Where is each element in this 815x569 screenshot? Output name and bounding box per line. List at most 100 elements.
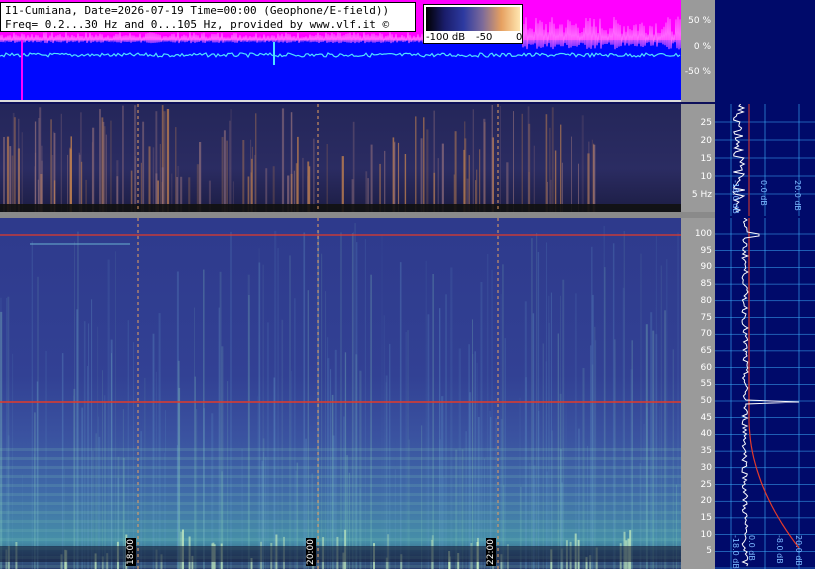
rp1-label-a: -18.0 dB <box>731 180 740 214</box>
time-label-1800: 18:00 <box>126 538 136 566</box>
rp2-label-a: -18.0 dB <box>731 535 740 569</box>
low-frequency-streak <box>78 152 80 212</box>
main-axis-tick-label: 100 <box>694 229 712 239</box>
vertical-noise-streak <box>37 276 39 569</box>
main-axis-tick-label: 25 <box>700 479 712 490</box>
vertical-noise-streak <box>472 353 474 569</box>
vertical-noise-streak <box>356 242 358 569</box>
vertical-noise-streak <box>502 264 504 569</box>
vertical-noise-streak <box>307 290 309 569</box>
low-frequency-streak <box>221 137 224 212</box>
low-frequency-streak <box>545 114 548 212</box>
rp2-label-c: -8.0 dB <box>775 535 784 564</box>
vertical-noise-streak <box>257 396 258 569</box>
vertical-noise-streak <box>110 339 113 569</box>
main-spectrum-plot <box>715 218 815 569</box>
vertical-noise-streak <box>604 267 606 569</box>
station-info-box: I1-Cumiana, Date=2026-07-19 Time=00:00 (… <box>0 2 416 32</box>
low-frequency-streak <box>254 154 256 212</box>
color-scale-gradient <box>426 7 520 31</box>
low-frequency-streak <box>13 117 16 212</box>
low-frequency-streak <box>159 144 161 212</box>
low-frequency-streak <box>122 105 124 212</box>
vertical-noise-streak <box>491 269 493 569</box>
vertical-noise-streak <box>340 232 342 569</box>
low-frequency-streak <box>105 134 107 212</box>
low-frequency-streak <box>92 127 95 212</box>
vertical-noise-streak <box>327 337 329 569</box>
vertical-noise-streak <box>480 282 483 569</box>
amplitude-axis: 50 % 0 % -50 % <box>681 0 715 102</box>
vertical-noise-streak <box>152 333 155 569</box>
low-frequency-streak <box>148 146 151 212</box>
low-frequency-streak <box>166 109 170 212</box>
vertical-noise-streak <box>364 239 366 569</box>
pct-label-50: 50 % <box>688 16 711 26</box>
vertical-noise-streak <box>353 231 354 569</box>
vertical-noise-streak <box>550 292 552 569</box>
horizontal-harmonic-band <box>0 529 681 532</box>
low-frequency-streak <box>521 113 523 212</box>
vertical-noise-streak <box>230 231 232 569</box>
low-axis-tick-label: 5 Hz <box>691 190 712 200</box>
vertical-noise-streak <box>538 410 540 569</box>
vertical-noise-streak <box>531 238 533 569</box>
frequency-info: Freq= 0.2...30 Hz and 0...105 Hz, provid… <box>5 18 390 31</box>
vertical-noise-streak <box>548 295 550 569</box>
main-axis-tick-label: 30 <box>700 462 712 473</box>
vertical-noise-streak <box>178 387 181 569</box>
vertical-noise-streak <box>247 274 250 569</box>
vertical-noise-streak <box>469 392 472 569</box>
horizontal-harmonic-band <box>0 448 681 451</box>
low-frequency-streak <box>302 157 304 212</box>
vertical-noise-streak <box>6 298 8 569</box>
vertical-noise-streak <box>354 223 356 569</box>
low-frequency-streak <box>229 120 231 212</box>
low-frequency-streak <box>423 117 425 212</box>
vertical-noise-streak <box>12 353 14 569</box>
main-axis-tick-label: 20 <box>700 496 712 507</box>
low-frequency-streak <box>39 107 42 212</box>
low-frequency-streak <box>560 124 562 212</box>
vertical-noise-streak <box>677 232 679 569</box>
main-axis-tick-label: 60 <box>700 362 712 373</box>
low-frequency-streak <box>454 131 457 212</box>
vertical-noise-streak <box>104 395 106 569</box>
low-frequency-streak <box>397 142 400 212</box>
low-axis-tick-label: 10 <box>700 172 712 182</box>
low-frequency-streak <box>9 146 12 212</box>
low-frequency-streak <box>102 121 104 212</box>
main-spectrum-line <box>741 218 800 567</box>
low-frequency-streak <box>163 111 166 212</box>
low-frequency-streak <box>251 146 253 212</box>
vertical-noise-streak <box>73 395 75 569</box>
main-axis-tick-label: 40 <box>700 429 712 440</box>
low-frequency-streak <box>441 143 444 212</box>
main-axis-tick-label: 85 <box>700 279 712 290</box>
low-frequency-streak <box>384 150 386 212</box>
main-axis-tick-label: 75 <box>700 312 712 323</box>
horizontal-harmonic-band <box>0 493 681 496</box>
low-frequency-streak <box>103 126 106 212</box>
low-frequency-streaks <box>0 104 681 212</box>
main-spectrogram <box>0 218 681 569</box>
low-axis-tick-label: 20 <box>700 136 712 146</box>
low-frequency-streak <box>420 138 423 212</box>
low-frequency-streak <box>426 129 429 212</box>
horizontal-harmonic-band <box>0 484 681 487</box>
vertical-noise-streak <box>445 294 447 569</box>
low-frequency-streak <box>230 109 232 212</box>
vertical-noise-streak <box>91 299 93 569</box>
low-frequency-streak <box>110 120 112 212</box>
main-axis-tick-label: 55 <box>700 379 712 390</box>
vertical-noise-streak <box>61 353 64 569</box>
low-frequency-spectrogram <box>0 104 681 212</box>
rp2-label-d: 20.0 dB <box>794 535 803 566</box>
vertical-noise-streak <box>646 407 648 569</box>
low-frequency-streak <box>588 141 590 212</box>
main-axis-tick-label: 50 <box>700 396 712 406</box>
main-spectrogram-features <box>0 218 681 569</box>
vertical-noise-streak <box>524 301 527 569</box>
dark-low-band <box>0 546 681 562</box>
vertical-noise-streak <box>88 323 90 569</box>
